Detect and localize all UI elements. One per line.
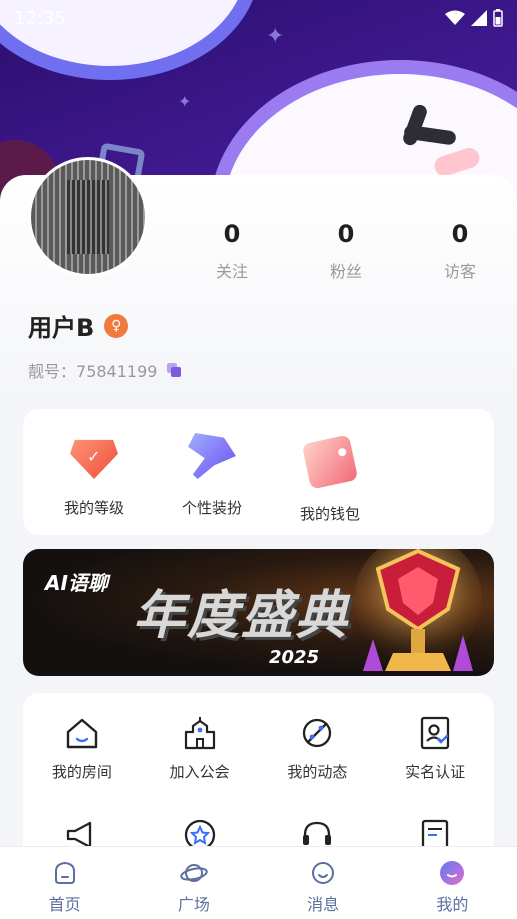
home-icon — [54, 861, 75, 884]
gender-badge-icon: ♀ — [104, 313, 129, 338]
battery-icon — [493, 9, 503, 27]
menu-item-label: 我的动态 — [287, 763, 348, 781]
trophy-icon — [354, 549, 482, 671]
menu-item-label: 实名认证 — [405, 763, 466, 781]
menu-item-label: 加入公会 — [169, 763, 230, 781]
stat-label: 关注 — [215, 262, 248, 281]
copy-icon[interactable] — [167, 363, 182, 377]
chat-icon — [312, 862, 335, 884]
dress-up-icon — [188, 433, 236, 479]
username-row: 用户B ♀ — [28, 308, 129, 343]
tab-label: 消息 — [307, 895, 340, 914]
menu-item-label: 我的房间 — [51, 763, 112, 781]
quick-item-dress-up[interactable]: 个性装扮 — [153, 409, 271, 535]
quick-item-label: 我的等级 — [63, 499, 124, 517]
sparkle-icon: ✦ — [178, 92, 192, 111]
menu-item-real-name[interactable]: 实名认证 — [376, 693, 494, 795]
banner-year: 2025 — [269, 647, 320, 668]
status-bar: 12:35 — [0, 0, 517, 36]
user-id-label: 靓号： — [28, 362, 77, 381]
stat-value: 0 — [223, 220, 241, 248]
tab-home[interactable]: 首页 — [0, 847, 129, 919]
stat-value: 0 — [337, 220, 355, 248]
tab-mine[interactable]: 我的 — [388, 847, 517, 919]
stat-label: 粉丝 — [329, 262, 362, 281]
stat-visitors[interactable]: 0 访客 — [403, 220, 517, 282]
user-id-row: 靓号：75841199 — [28, 358, 182, 382]
avatar[interactable] — [28, 157, 148, 277]
house-icon — [66, 718, 98, 749]
status-icons — [445, 9, 503, 27]
menu-item-my-posts[interactable]: 我的动态 — [259, 693, 377, 795]
level-gem-icon — [70, 439, 118, 479]
quick-item-level[interactable]: 我的等级 — [35, 409, 153, 535]
quick-actions-card: 我的等级 个性装扮 我的钱包 — [23, 409, 494, 535]
status-time: 12:35 — [14, 7, 66, 29]
quick-item-label: 个性装扮 — [181, 499, 242, 517]
wallet-icon — [301, 434, 359, 490]
stat-fans[interactable]: 0 粉丝 — [289, 220, 403, 282]
tab-label: 首页 — [48, 895, 81, 914]
signal-icon — [471, 10, 487, 26]
profile-icon — [440, 861, 465, 885]
menu-item-join-guild[interactable]: 加入公会 — [141, 693, 259, 795]
tab-label: 我的 — [436, 895, 469, 914]
planet-icon — [303, 718, 332, 748]
stat-value: 0 — [451, 220, 469, 248]
quick-item-label: 我的钱包 — [299, 505, 360, 523]
profile-stats: 0 关注 0 粉丝 0 访客 — [175, 220, 517, 282]
username: 用户B — [28, 314, 95, 342]
tab-plaza[interactable]: 广场 — [129, 847, 258, 919]
banner-ai-text: AI语聊 — [45, 571, 108, 595]
quick-item-wallet[interactable]: 我的钱包 — [271, 409, 389, 535]
stat-following[interactable]: 0 关注 — [175, 220, 289, 282]
wifi-icon — [445, 10, 465, 25]
event-banner[interactable]: AI语聊 年度盛典 2025 — [23, 549, 494, 676]
user-id-value: 75841199 — [76, 362, 158, 381]
avatar-image — [31, 160, 145, 274]
guild-building-icon — [184, 717, 215, 750]
tab-messages[interactable]: 消息 — [259, 847, 388, 919]
bottom-nav: 首页 广场 消息 我的 — [0, 846, 517, 919]
menu-item-my-room[interactable]: 我的房间 — [23, 693, 141, 795]
tab-label: 广场 — [177, 895, 210, 914]
stat-label: 访客 — [443, 262, 476, 281]
saturn-icon — [180, 864, 208, 882]
banner-title: 年度盛典 — [133, 586, 350, 646]
id-verify-icon — [420, 716, 450, 750]
